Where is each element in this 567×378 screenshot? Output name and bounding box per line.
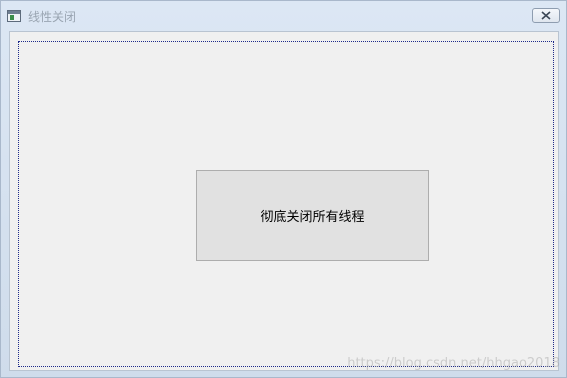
client-area: 彻底关闭所有线程 <box>9 31 559 371</box>
watermark: https://blog.csdn.net/hhgao2018 <box>347 356 560 371</box>
close-button[interactable] <box>532 8 560 23</box>
close-x-icon <box>541 11 551 20</box>
title-bar[interactable]: 线性关闭 <box>1 1 566 31</box>
group-focus-frame: 彻底关闭所有线程 <box>18 41 554 367</box>
close-all-threads-button[interactable]: 彻底关闭所有线程 <box>196 170 429 261</box>
application-window: 线性关闭 彻底关闭所有线程 https://blog.csdn.net/hhga… <box>0 0 567 378</box>
window-app-icon <box>7 10 21 22</box>
window-title: 线性关闭 <box>28 10 77 24</box>
